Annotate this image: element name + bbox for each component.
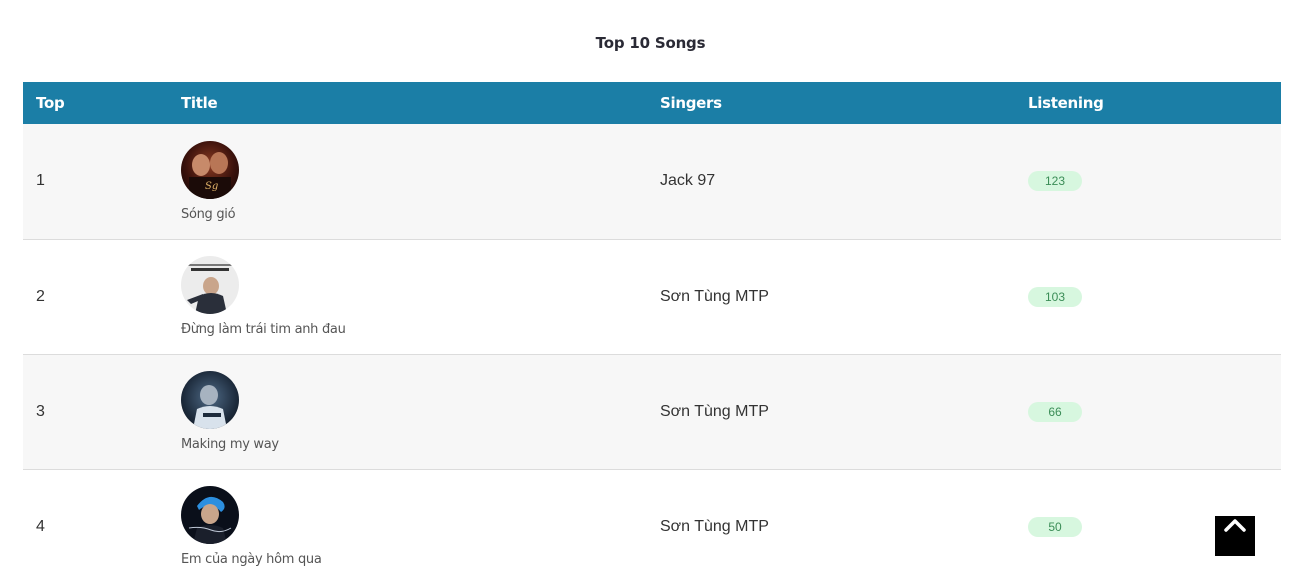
song-title[interactable]: Đừng làm trái tim anh đau bbox=[181, 322, 647, 337]
songs-table: Top Title Singers Listening 1 Sg Sóng gi… bbox=[23, 82, 1281, 572]
listening-count-badge: 50 bbox=[1028, 516, 1082, 537]
table-row[interactable]: 2 Đừng làm trái tim anh đau Sơn Tùng MTP… bbox=[23, 239, 1281, 354]
chevron-up-icon bbox=[1223, 516, 1247, 537]
singer-cell: Jack 97 bbox=[660, 172, 716, 190]
column-header-title: Title bbox=[181, 94, 218, 112]
column-header-top: Top bbox=[36, 94, 65, 112]
listening-cell: 66 bbox=[1015, 354, 1281, 469]
page-title: Top 10 Songs bbox=[595, 34, 706, 52]
column-header-listening: Listening bbox=[1028, 94, 1104, 112]
singer-cell: Sơn Tùng MTP bbox=[660, 517, 769, 535]
title-cell: Sg Sóng gió bbox=[168, 124, 647, 239]
album-cover-image[interactable] bbox=[181, 486, 239, 544]
album-cover-image[interactable] bbox=[181, 256, 239, 314]
song-title[interactable]: Sóng gió bbox=[181, 207, 647, 222]
listening-count-badge: 103 bbox=[1028, 286, 1082, 307]
song-title[interactable]: Making my way bbox=[181, 437, 647, 452]
title-cell: Đừng làm trái tim anh đau bbox=[168, 239, 647, 354]
title-cell: Making my way bbox=[168, 354, 647, 469]
table-row[interactable]: 4 Em của ngày hôm qua Sơn Tùng MTP 50 bbox=[23, 469, 1281, 572]
rank-cell: 2 bbox=[36, 287, 45, 305]
listening-count-badge: 66 bbox=[1028, 401, 1082, 422]
album-cover-image[interactable]: Sg bbox=[181, 140, 239, 199]
rank-cell: 4 bbox=[36, 517, 45, 535]
listening-cell: 103 bbox=[1015, 239, 1281, 354]
table-row[interactable]: 1 Sg Sóng gió Jack 97 123 bbox=[23, 124, 1281, 239]
singer-cell: Sơn Tùng MTP bbox=[660, 287, 769, 305]
album-cover-image[interactable] bbox=[181, 371, 239, 429]
title-cell: Em của ngày hôm qua bbox=[168, 469, 647, 572]
rank-cell: 1 bbox=[36, 172, 45, 190]
column-header-singers: Singers bbox=[660, 94, 722, 112]
listening-count-badge: 123 bbox=[1028, 171, 1082, 192]
rank-cell: 3 bbox=[36, 402, 45, 420]
listening-cell: 123 bbox=[1015, 124, 1281, 239]
svg-text:Sg: Sg bbox=[205, 181, 218, 192]
table-row[interactable]: 3 Making my way Sơn Tùng MTP 66 bbox=[23, 354, 1281, 469]
table-header-row: Top Title Singers Listening bbox=[23, 82, 1281, 124]
back-to-top-button[interactable] bbox=[1215, 516, 1255, 556]
page: Top 10 Songs Top Title Singers Listening… bbox=[0, 0, 1301, 572]
song-title[interactable]: Em của ngày hôm qua bbox=[181, 552, 647, 567]
singer-cell: Sơn Tùng MTP bbox=[660, 402, 769, 420]
